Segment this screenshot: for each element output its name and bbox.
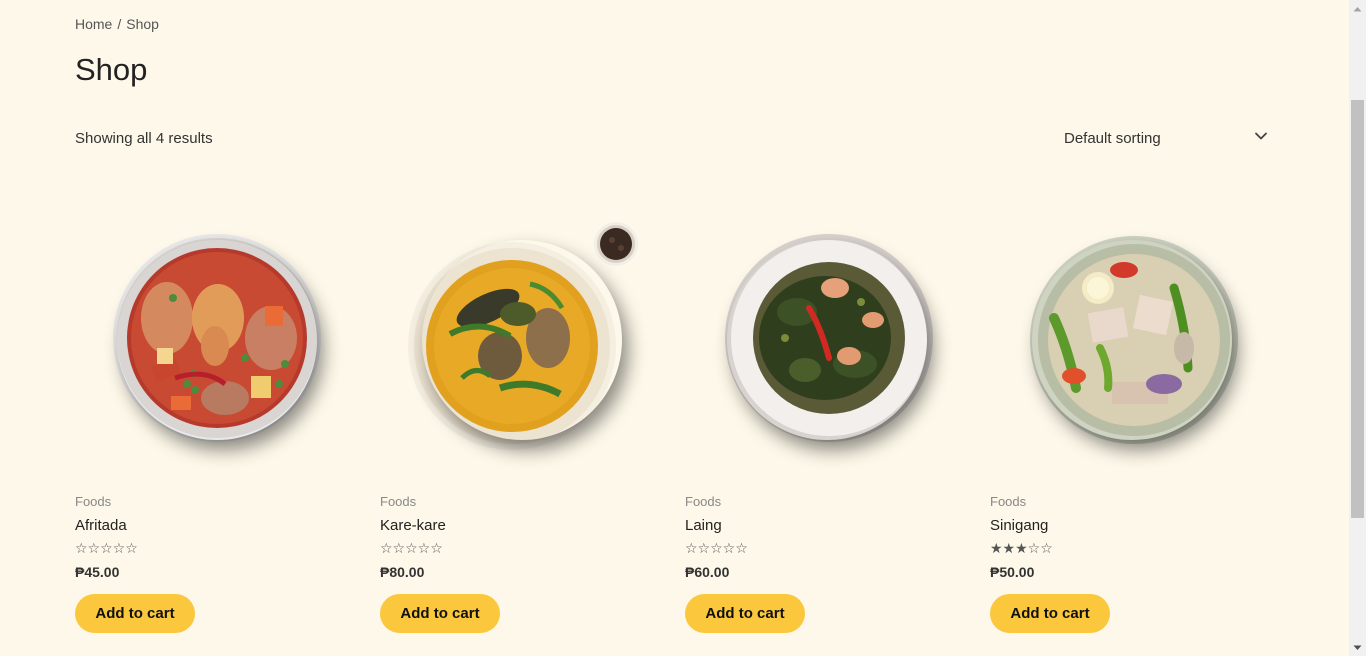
shop-page: Home / Shop Shop Showing all 4 results Def… — [75, 0, 1275, 656]
chevron-down-icon — [1254, 129, 1268, 147]
product-price: ₱50.00 — [990, 564, 1035, 580]
product-price: ₱45.00 — [75, 564, 120, 580]
star-rating: ★★★☆☆ — [990, 540, 1053, 556]
product-image-link[interactable] — [75, 188, 355, 488]
product-title[interactable]: Sinigang — [990, 517, 1048, 534]
product-image-link[interactable] — [990, 188, 1270, 488]
breadcrumb: Home / Shop — [75, 16, 159, 32]
product-category: Foods — [685, 494, 722, 509]
product-card: Foods Sinigang ★★★☆☆ ₱50.00 Add to cart — [990, 188, 1270, 648]
scroll-up-arrow-icon[interactable] — [1349, 0, 1366, 17]
product-card: Foods Laing ☆☆☆☆☆ ₱60.00 Add to cart — [685, 188, 965, 648]
product-price: ₱60.00 — [685, 564, 730, 580]
scroll-down-arrow-icon[interactable] — [1349, 639, 1366, 656]
product-title[interactable]: Laing — [685, 517, 722, 534]
product-category: Foods — [380, 494, 417, 509]
breadcrumb-current: Shop — [126, 16, 159, 32]
add-to-cart-button[interactable]: Add to cart — [380, 594, 500, 633]
product-image-link[interactable] — [685, 188, 965, 488]
product-card: Foods Afritada ☆☆☆☆☆ ₱45.00 Add to cart — [75, 188, 355, 648]
product-grid: Foods Afritada ☆☆☆☆☆ ₱45.00 Add to cart — [75, 188, 1275, 648]
product-image-link[interactable] — [380, 188, 660, 488]
sorting-select[interactable]: Default sorting — [1054, 125, 1274, 151]
add-to-cart-button[interactable]: Add to cart — [685, 594, 805, 633]
product-title[interactable]: Afritada — [75, 517, 127, 534]
vertical-scrollbar[interactable] — [1349, 0, 1366, 656]
add-to-cart-button[interactable]: Add to cart — [75, 594, 195, 633]
breadcrumb-separator: / — [117, 16, 122, 32]
product-card: Foods Kare-kare ☆☆☆☆☆ ₱80.00 Add to cart — [380, 188, 660, 648]
scrollbar-thumb[interactable] — [1351, 100, 1364, 518]
page-title: Shop — [75, 52, 148, 87]
star-rating: ☆☆☆☆☆ — [75, 540, 138, 556]
sorting-selected-value: Default sorting — [1064, 129, 1161, 147]
product-category: Foods — [990, 494, 1027, 509]
product-title[interactable]: Kare-kare — [380, 517, 446, 534]
star-rating: ☆☆☆☆☆ — [685, 540, 748, 556]
product-category: Foods — [75, 494, 112, 509]
star-rating: ☆☆☆☆☆ — [380, 540, 443, 556]
add-to-cart-button[interactable]: Add to cart — [990, 594, 1110, 633]
product-price: ₱80.00 — [380, 564, 425, 580]
breadcrumb-home-link[interactable]: Home — [75, 16, 112, 32]
result-count: Showing all 4 results — [75, 130, 213, 147]
